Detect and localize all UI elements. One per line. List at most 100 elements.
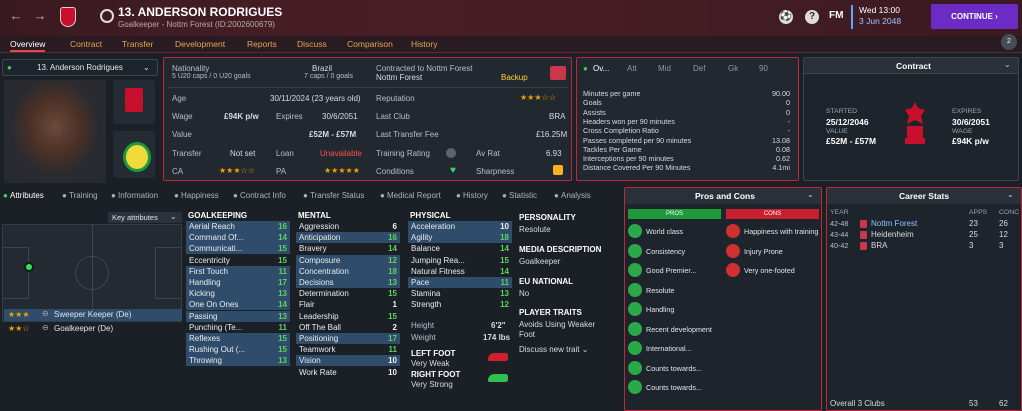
continue-button[interactable]: CONTINUE › [931, 4, 1018, 29]
attribute-row[interactable]: Decisions 13 [296, 277, 400, 288]
attribute-row[interactable]: Leadership 15 [296, 311, 400, 322]
help-icon[interactable]: ⚽ [779, 10, 793, 24]
transfer[interactable]: Not set [230, 149, 255, 158]
fm-logo[interactable]: FM [829, 10, 843, 21]
attribute-row[interactable]: Punching (Te... 11 [186, 322, 290, 333]
pros-cons-header[interactable]: Pros and Cons ⌄ [625, 188, 821, 204]
attribute-row[interactable]: Aerial Reach 16 [186, 221, 290, 232]
question-icon[interactable]: ? [805, 10, 819, 24]
atab-statistic[interactable]: Statistic [509, 191, 537, 200]
career-club[interactable]: Nottm Forest [871, 219, 917, 228]
pro-item[interactable]: Handling [646, 305, 674, 314]
attribute-row[interactable]: Jumping Rea... 15 [408, 255, 512, 266]
con-item[interactable]: Happiness with training [744, 227, 818, 236]
subtab-90[interactable]: 90 [759, 64, 768, 73]
pro-item[interactable]: Good Premier... [646, 266, 696, 275]
game-date[interactable]: Wed 13:00 3 Jun 2048 [851, 5, 921, 29]
discuss-trait-button[interactable]: Discuss new trait ⌄ [519, 345, 588, 354]
atab-happiness[interactable]: Happiness [181, 191, 219, 200]
search-icon[interactable] [100, 9, 114, 23]
atab-history[interactable]: History [463, 191, 488, 200]
attribute-row[interactable]: Reflexes 15 [186, 333, 290, 344]
career-header[interactable]: Career Stats ⌄ [827, 188, 1021, 204]
attribute-row[interactable]: Communicati... 15 [186, 243, 290, 255]
attribute-row[interactable]: Handling 17 [186, 277, 290, 288]
club-crest-icon[interactable] [60, 7, 76, 27]
attribute-row[interactable]: Aggression 6 [296, 221, 400, 232]
tab-transfer[interactable]: Transfer [122, 39, 153, 49]
pro-item[interactable]: Consistency [646, 247, 685, 256]
attribute-row[interactable]: Natural Fitness 14 [408, 266, 512, 277]
attribute-row[interactable]: Concentration 18 [296, 265, 400, 277]
attribute-row[interactable]: Agility 18 [408, 232, 512, 244]
pro-item[interactable]: Counts towards... [646, 364, 702, 373]
loan[interactable]: Unavailable [320, 149, 362, 158]
subtab-mid[interactable]: Mid [658, 64, 671, 73]
nation-crest-icon[interactable] [113, 131, 155, 178]
position-marker[interactable] [24, 262, 34, 272]
tab-contract[interactable]: Contract [70, 39, 102, 49]
attribute-row[interactable]: Determination 15 [296, 288, 400, 299]
atab-information[interactable]: Information [118, 191, 158, 200]
pro-item[interactable]: World class [646, 227, 683, 236]
attribute-row[interactable]: Anticipation 16 [296, 232, 400, 244]
attribute-row[interactable]: Teamwork 11 [296, 344, 400, 355]
atab-medical[interactable]: Medical Report [387, 191, 441, 200]
attribute-row[interactable]: Pace 11 [408, 277, 512, 288]
attribute-row[interactable]: Balance 14 [408, 243, 512, 254]
atab-contract-info[interactable]: Contract Info [240, 191, 286, 200]
con-item[interactable]: Injury Prone [744, 247, 783, 256]
contract-header[interactable]: Contract ⌄ [804, 58, 1018, 74]
attribute-row[interactable]: Off The Ball 2 [296, 322, 400, 333]
attribute-row[interactable]: Eccentricity 15 [186, 255, 290, 266]
pro-item[interactable]: International... [646, 344, 692, 353]
career-club[interactable]: Heidenheim [871, 230, 914, 239]
attribute-row[interactable]: Work Rate 10 [296, 367, 400, 378]
attribute-row[interactable]: Rushing Out (... 15 [186, 344, 290, 356]
pro-item[interactable]: Recent development [646, 325, 712, 334]
tab-discuss[interactable]: Discuss [297, 39, 327, 49]
subtab-gk[interactable]: Gk [728, 64, 738, 73]
attribute-row[interactable]: Passing 13 [186, 310, 290, 322]
attribute-row[interactable]: Vision 10 [296, 355, 400, 367]
forward-arrow-icon[interactable]: → [32, 8, 48, 24]
tab-overview[interactable]: Overview [10, 39, 46, 52]
tab-comparison[interactable]: Comparison [347, 39, 393, 49]
subtab-def[interactable]: Def [693, 64, 705, 73]
attribute-row[interactable]: Acceleration 10 [408, 221, 512, 232]
nationality[interactable]: Brazil [312, 64, 332, 73]
pro-item[interactable]: Resolute [646, 286, 674, 295]
atab-analysis[interactable]: Analysis [561, 191, 591, 200]
career-club[interactable]: BRA [871, 241, 887, 250]
attribute-row[interactable]: Throwing 13 [186, 355, 290, 367]
last-club[interactable]: BRA [549, 112, 565, 121]
role-goalkeeper[interactable]: ★★☆ ⊖ Goalkeeper (De) [4, 323, 182, 335]
attribute-row[interactable]: Stamina 13 [408, 288, 512, 299]
attribute-row[interactable]: Composure 12 [296, 254, 400, 266]
notification-badge[interactable]: 2 [1001, 34, 1017, 50]
attribute-row[interactable]: Command Of... 14 [186, 232, 290, 244]
pro-item[interactable]: Counts towards... [646, 383, 702, 392]
attribute-row[interactable]: Positioning 17 [296, 333, 400, 344]
attribute-row[interactable]: Bravery 14 [296, 243, 400, 254]
back-arrow-icon[interactable]: ← [8, 8, 24, 24]
role-sweeper-keeper[interactable]: ★★★ ⊖ Sweeper Keeper (De) [4, 309, 182, 321]
tab-reports[interactable]: Reports [247, 39, 277, 49]
attribute-row[interactable]: One On Ones 14 [186, 299, 290, 311]
player-selector[interactable]: ● 13. Anderson Rodrigues ⌄ [2, 59, 158, 76]
subtab-overview[interactable]: Ov... [593, 64, 609, 73]
attribute-row[interactable]: Flair 1 [296, 299, 400, 310]
club-badge-icon[interactable] [550, 66, 566, 80]
tab-history[interactable]: History [411, 39, 437, 49]
attribute-row[interactable]: Kicking 13 [186, 288, 290, 300]
tab-development[interactable]: Development [175, 39, 225, 49]
key-attributes-dropdown[interactable]: Key attributes ⌄ [108, 212, 182, 223]
attribute-row[interactable]: First Touch 11 [186, 265, 290, 277]
attribute-row[interactable]: Strength 12 [408, 299, 512, 310]
atab-training[interactable]: Training [69, 191, 98, 200]
atab-transfer-status[interactable]: Transfer Status [310, 191, 364, 200]
atab-attributes[interactable]: Attributes [10, 191, 44, 200]
subtab-att[interactable]: Att [627, 64, 637, 73]
con-item[interactable]: Very one-footed [744, 266, 795, 275]
contract-club[interactable]: Nottm Forest [376, 73, 422, 82]
